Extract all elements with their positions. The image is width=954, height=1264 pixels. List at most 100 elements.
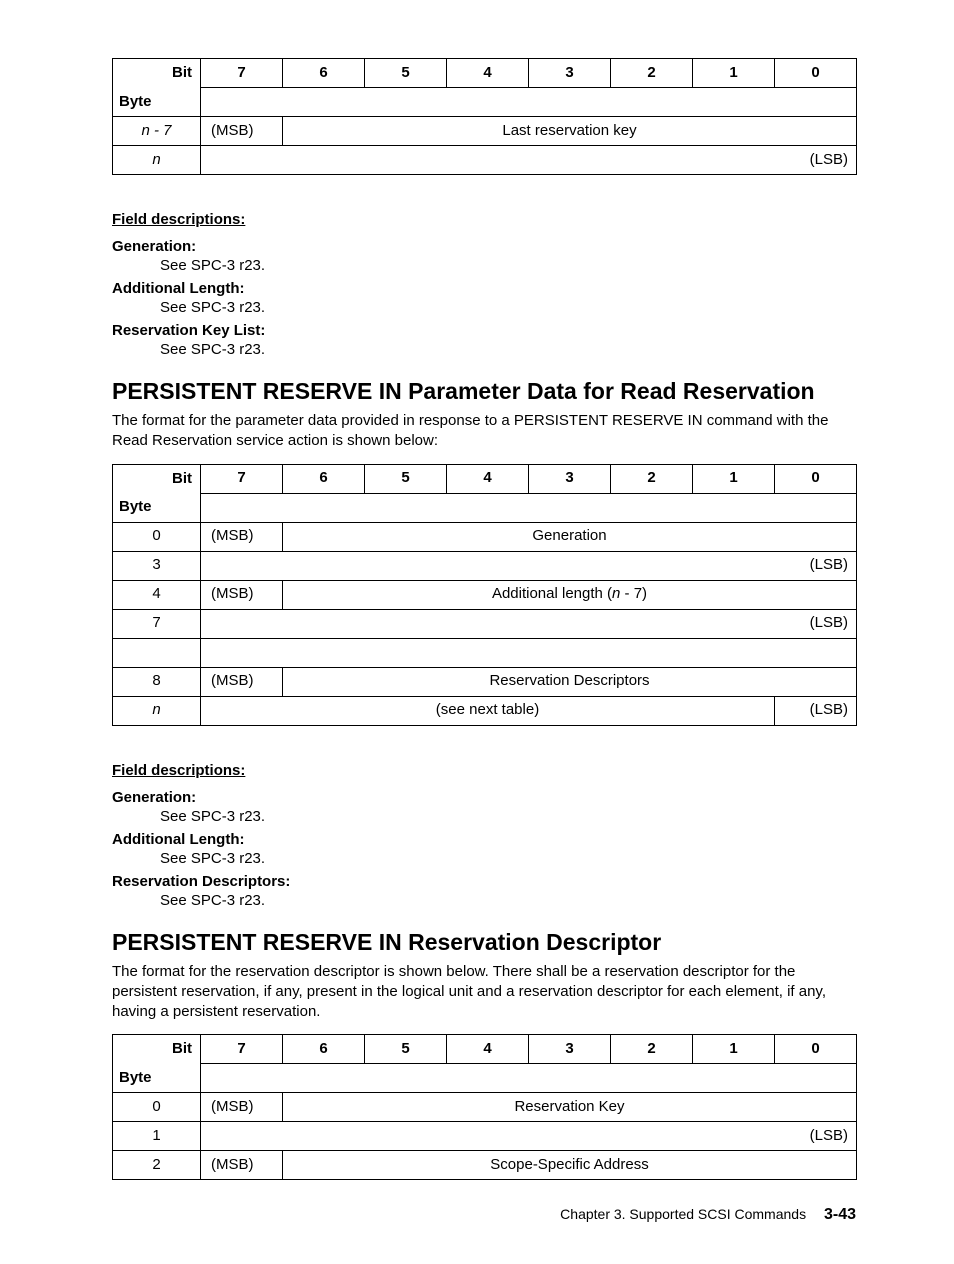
section-heading-reservation-descriptor: PERSISTENT RESERVE IN Reservation Descri…	[112, 929, 856, 956]
fd-term: Reservation Descriptors:	[112, 873, 856, 890]
lsb-marker: (LSB)	[201, 146, 857, 175]
byte-header-row: Byte	[113, 493, 857, 522]
bit-col-3: 3	[529, 1035, 611, 1064]
header-blank	[201, 88, 857, 117]
lsb-marker: (LSB)	[201, 609, 857, 638]
bit-col-7: 7	[201, 1035, 283, 1064]
footer-chapter: Chapter 3. Supported SCSI Commands	[560, 1206, 806, 1222]
bit-col-5: 5	[365, 464, 447, 493]
section-heading-read-reservation: PERSISTENT RESERVE IN Parameter Data for…	[112, 378, 856, 405]
header-blank	[201, 1064, 857, 1093]
bit-col-5: 5	[365, 1035, 447, 1064]
msb-marker: (MSB)	[201, 117, 283, 146]
bit-col-3: 3	[529, 59, 611, 88]
row-reskey-lsb: 1 (LSB)	[113, 1122, 857, 1151]
bit-col-6: 6	[283, 1035, 365, 1064]
byte-label: Byte	[113, 493, 201, 522]
bit-col-2: 2	[611, 464, 693, 493]
bit-col-5: 5	[365, 59, 447, 88]
row-msb: n - 7 (MSB) Last reservation key	[113, 117, 857, 146]
table-read-reservation: Bit 7 6 5 4 3 2 1 0 Byte 0 (MSB) Generat…	[112, 464, 857, 726]
byte-header-row: Byte	[113, 88, 857, 117]
byte-index: 2	[113, 1151, 201, 1180]
byte-index: 0	[113, 1093, 201, 1122]
bit-label: Bit	[113, 59, 201, 88]
addlen-text-a: Additional length (	[492, 585, 612, 602]
fd-term: Additional Length:	[112, 280, 856, 297]
bit-col-0: 0	[775, 464, 857, 493]
bit-col-4: 4	[447, 464, 529, 493]
see-next-table: (see next table)	[201, 696, 775, 725]
bit-col-1: 1	[693, 59, 775, 88]
fd-def: See SPC-3 r23.	[160, 850, 856, 867]
field-descriptions-list: Generation: See SPC-3 r23. Additional Le…	[112, 238, 856, 358]
msb-marker: (MSB)	[201, 580, 283, 609]
byte-index: n	[113, 696, 201, 725]
row-addlen-lsb: 7 (LSB)	[113, 609, 857, 638]
field-last-reservation-key: Last reservation key	[283, 117, 857, 146]
row-reskey-msb: 0 (MSB) Reservation Key	[113, 1093, 857, 1122]
fd-term: Generation:	[112, 789, 856, 806]
footer-page: 3-43	[824, 1206, 856, 1223]
header-blank	[201, 493, 857, 522]
bit-col-0: 0	[775, 1035, 857, 1064]
bit-label: Bit	[113, 1035, 201, 1064]
section-lead: The format for the reservation descripto…	[112, 962, 856, 1023]
bit-col-7: 7	[201, 59, 283, 88]
spacer-cell	[201, 638, 857, 667]
bit-col-7: 7	[201, 464, 283, 493]
bit-col-6: 6	[283, 464, 365, 493]
row-lsb: n (LSB)	[113, 146, 857, 175]
lsb-marker: (LSB)	[775, 696, 857, 725]
bit-col-2: 2	[611, 1035, 693, 1064]
field-descriptions-heading: Field descriptions:	[112, 762, 856, 779]
bit-col-0: 0	[775, 59, 857, 88]
bit-col-6: 6	[283, 59, 365, 88]
field-descriptions-list: Generation: See SPC-3 r23. Additional Le…	[112, 789, 856, 909]
fd-term: Additional Length:	[112, 831, 856, 848]
byte-index: 4	[113, 580, 201, 609]
msb-marker: (MSB)	[201, 1093, 283, 1122]
fd-term: Generation:	[112, 238, 856, 255]
addlen-text-b: - 7)	[620, 585, 647, 602]
byte-index: 0	[113, 522, 201, 551]
bit-col-3: 3	[529, 464, 611, 493]
byte-index: n	[113, 146, 201, 175]
row-generation-msb: 0 (MSB) Generation	[113, 522, 857, 551]
field-additional-length: Additional length (n - 7)	[283, 580, 857, 609]
bit-col-2: 2	[611, 59, 693, 88]
lsb-marker: (LSB)	[201, 1122, 857, 1151]
section-lead: The format for the parameter data provid…	[112, 411, 856, 452]
row-generation-lsb: 3 (LSB)	[113, 551, 857, 580]
byte-index: n - 7	[113, 117, 201, 146]
bit-header-row: Bit 7 6 5 4 3 2 1 0	[113, 1035, 857, 1064]
bit-col-1: 1	[693, 464, 775, 493]
fd-def: See SPC-3 r23.	[160, 341, 856, 358]
byte-index: 3	[113, 551, 201, 580]
byte-label: Byte	[113, 88, 201, 117]
bit-label: Bit	[113, 464, 201, 493]
bit-col-4: 4	[447, 59, 529, 88]
fd-def: See SPC-3 r23.	[160, 892, 856, 909]
byte-index: 1	[113, 1122, 201, 1151]
spacer-cell	[113, 638, 201, 667]
fd-def: See SPC-3 r23.	[160, 808, 856, 825]
bit-header-row: Bit 7 6 5 4 3 2 1 0	[113, 464, 857, 493]
row-resdesc-msb: 8 (MSB) Reservation Descriptors	[113, 667, 857, 696]
row-resdesc-lsb: n (see next table) (LSB)	[113, 696, 857, 725]
lsb-marker: (LSB)	[201, 551, 857, 580]
field-scope-specific-address: Scope-Specific Address	[283, 1151, 857, 1180]
byte-index: 7	[113, 609, 201, 638]
table-last-reservation-key: Bit 7 6 5 4 3 2 1 0 Byte n - 7 (MSB) Las…	[112, 58, 857, 175]
field-reservation-descriptors: Reservation Descriptors	[283, 667, 857, 696]
field-reservation-key: Reservation Key	[283, 1093, 857, 1122]
row-scope-addr-msb: 2 (MSB) Scope-Specific Address	[113, 1151, 857, 1180]
byte-label: Byte	[113, 1064, 201, 1093]
msb-marker: (MSB)	[201, 667, 283, 696]
fd-term: Reservation Key List:	[112, 322, 856, 339]
field-generation: Generation	[283, 522, 857, 551]
msb-marker: (MSB)	[201, 1151, 283, 1180]
byte-header-row: Byte	[113, 1064, 857, 1093]
page-footer: Chapter 3. Supported SCSI Commands 3-43	[112, 1206, 856, 1224]
row-addlen-msb: 4 (MSB) Additional length (n - 7)	[113, 580, 857, 609]
